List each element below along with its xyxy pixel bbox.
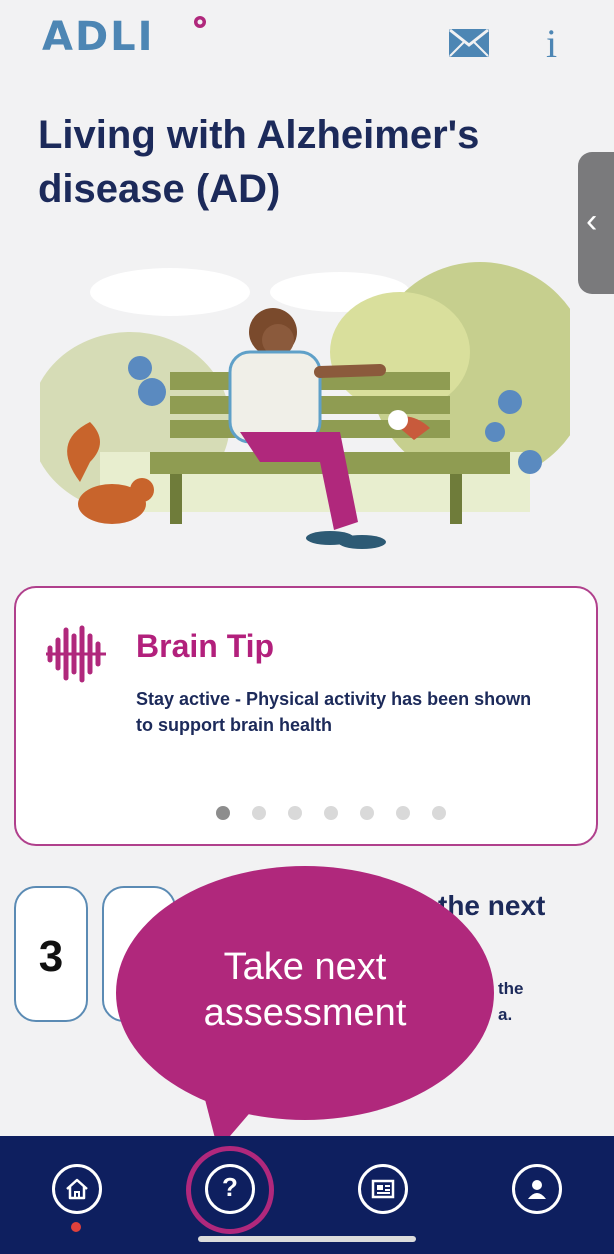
brain-tip-card[interactable]: Brain Tip Stay active - Physical activit… xyxy=(14,586,598,846)
brain-tip-text: Stay active - Physical activity has been… xyxy=(136,689,532,735)
bottom-navigation: ? xyxy=(0,1136,614,1254)
notification-dot xyxy=(71,1222,81,1232)
carousel-pagination xyxy=(216,806,446,820)
question-icon: ? xyxy=(222,1172,238,1202)
envelope-icon[interactable] xyxy=(448,28,490,58)
assessment-subtext: the a. xyxy=(498,976,524,1028)
carousel-dot[interactable] xyxy=(216,806,230,820)
app-logo: ADLI xyxy=(42,14,206,60)
assessment-subtext-line: a. xyxy=(498,1005,513,1024)
brain-wave-icon xyxy=(46,625,106,683)
home-indicator xyxy=(198,1236,416,1242)
logo-text: ADLI xyxy=(42,14,155,60)
carousel-dot[interactable] xyxy=(288,806,302,820)
home-icon xyxy=(66,1178,88,1200)
carousel-dot[interactable] xyxy=(360,806,374,820)
tooltip-text: Take next assessment xyxy=(116,944,494,1036)
brain-tip-title: Brain Tip xyxy=(136,628,275,664)
newspaper-icon xyxy=(371,1179,395,1199)
carousel-dot[interactable] xyxy=(324,806,338,820)
carousel-dot[interactable] xyxy=(396,806,410,820)
tooltip-line: Take next xyxy=(223,946,387,988)
carousel-dot[interactable] xyxy=(432,806,446,820)
nav-news-button[interactable] xyxy=(358,1164,408,1214)
tooltip-line: assessment xyxy=(203,992,407,1034)
side-panel-tab[interactable]: ‹ xyxy=(578,152,614,294)
logo-flower-icon xyxy=(194,16,206,28)
nav-profile-button[interactable] xyxy=(512,1164,562,1214)
nav-home-button[interactable] xyxy=(52,1164,102,1214)
carousel-dot[interactable] xyxy=(252,806,266,820)
user-icon xyxy=(528,1180,546,1199)
countdown-digit: 3 xyxy=(38,932,64,981)
nav-help-button[interactable]: ? xyxy=(205,1164,255,1214)
info-icon[interactable]: i xyxy=(546,20,557,67)
assessment-subtext-line: the xyxy=(498,979,524,998)
chevron-left-icon: ‹ xyxy=(586,202,598,240)
countdown-digit-box: 3 xyxy=(14,886,88,1022)
page-title: Living with Alzheimer's disease (AD) xyxy=(38,113,480,211)
hero-illustration xyxy=(40,262,570,549)
